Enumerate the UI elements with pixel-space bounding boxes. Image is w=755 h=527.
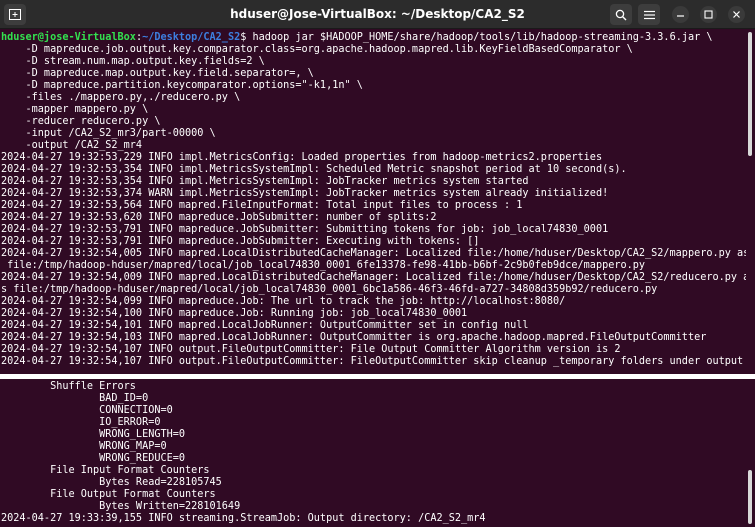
prompt-user: hduser@jose-VirtualBox [1,32,136,43]
output-line: 2024-04-27 19:32:54,005 INFO mapred.Loca… [1,248,746,259]
output-line: WRONG_REDUCE=0 [1,453,186,464]
output-line: 2024-04-27 19:32:53,791 INFO mapreduce.J… [1,236,480,247]
top-pane-scrollbar[interactable] [748,32,752,156]
search-icon [615,9,627,20]
terminal-top-pane[interactable]: hduser@jose-VirtualBox:~/Desktop/CA2_S2$… [0,29,746,374]
output-line: File Input Format Counters [1,465,210,476]
output-line: 2024-04-27 19:32:54,099 INFO mapreduce.J… [1,296,566,307]
output-line: Bytes Written=228101649 [1,501,241,512]
output-line: 2024-04-27 19:32:54,107 INFO output.File… [1,344,621,355]
output-line: s file:/tmp/hadoop-hduser/mapred/local/j… [1,284,658,295]
output-line: 2024-04-27 19:32:54,107 INFO output.File… [1,356,744,367]
output-line: 2024-04-27 19:32:53,791 INFO mapreduce.J… [1,224,609,235]
command-line: hduser@jose-VirtualBox:~/Desktop/CA2_S2$… [1,32,746,44]
output-line: BAD_ID=0 [1,393,149,404]
minimize-button[interactable] [672,6,689,23]
output-line: 2024-04-27 19:32:53,354 INFO impl.Metric… [1,176,529,187]
minimize-icon [677,15,684,17]
output-line: -output /CA2_S2_mr4 [1,140,143,151]
prompt-symbol: $ [240,32,253,43]
output-line: Shuffle Errors [1,381,136,392]
output-line: IO_ERROR=0 [1,417,161,428]
search-button[interactable] [610,4,632,25]
close-button[interactable] [728,6,745,23]
output-line: 2024-04-27 19:32:54,009 INFO mapred.Loca… [1,272,746,283]
output-line: -D mapreduce.map.output.key.field.separa… [1,68,314,79]
close-icon [733,11,740,18]
output-line: -reducer reducero.py \ [1,116,161,127]
title-bar: hduser@Jose-VirtualBox: ~/Desktop/CA2_S2 [0,0,755,29]
prompt-path: ~/Desktop/CA2_S2 [142,32,241,43]
output-line: -mapper mappero.py \ [1,104,149,115]
output-line: WRONG_MAP=0 [1,441,167,452]
output-line: 2024-04-27 19:32:54,100 INFO mapreduce.J… [1,308,468,319]
maximize-button[interactable] [700,6,717,23]
output-line: 2024-04-27 19:32:53,564 INFO mapred.File… [1,200,523,211]
output-line: 2024-04-27 19:32:53,354 INFO impl.Metric… [1,164,627,175]
output-line: Bytes Read=228105745 [1,477,222,488]
hamburger-menu-icon [643,10,655,19]
output-line: WRONG_LENGTH=0 [1,429,186,440]
output-line: 2024-04-27 19:32:54,103 INFO mapred.Loca… [1,332,707,343]
output-line: file:/tmp/hadoop-hduser/mapred/local/job… [1,260,646,271]
output-line: -D stream.num.map.output.key.fields=2 \ [1,56,265,67]
output-line: 2024-04-27 19:32:54,101 INFO mapred.Loca… [1,320,529,331]
menu-button[interactable] [638,4,660,25]
output-line: -D mapreduce.partition.keycomparator.opt… [1,80,363,91]
output-line: 2024-04-27 19:32:53,229 INFO impl.Metric… [1,152,603,163]
terminal-bottom-pane[interactable]: Shuffle Errors BAD_ID=0 CONNECTION=0 IO_… [0,379,746,527]
output-line: 2024-04-27 19:32:53,374 WARN impl.Metric… [1,188,609,199]
output-line: -input /CA2_S2_mr3/part-00000 \ [1,128,216,139]
output-line: File Output Format Counters [1,489,216,500]
output-line: -files ./mappero.py,./reducero.py \ [1,92,241,103]
output-line: 2024-04-27 19:32:53,620 INFO mapreduce.J… [1,212,437,223]
command-text: hadoop jar $HADOOP_HOME/share/hadoop/too… [252,32,713,43]
output-line: -D mapreduce.job.output.key.comparator.c… [1,44,633,55]
output-line: 2024-04-27 19:33:39,155 INFO streaming.S… [1,513,486,524]
output-line: CONNECTION=0 [1,405,173,416]
bottom-pane-scrollbar[interactable] [748,470,752,524]
maximize-icon [704,10,713,19]
